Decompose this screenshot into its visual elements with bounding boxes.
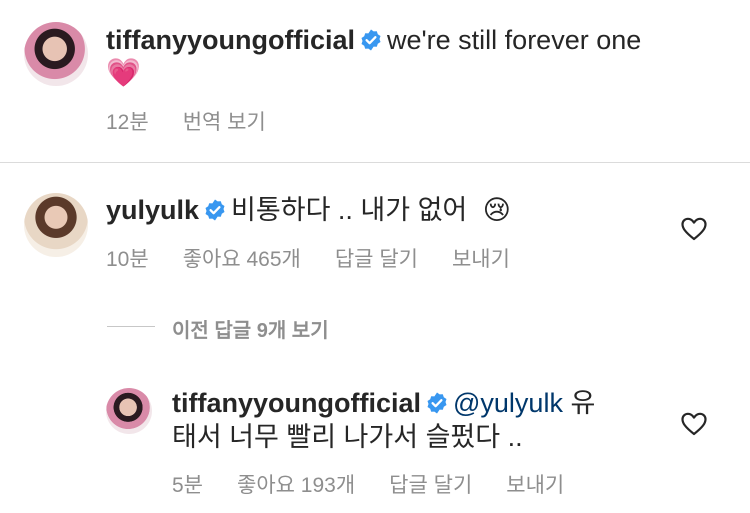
timestamp: 10분 (106, 248, 149, 271)
like-heart-icon[interactable] (681, 412, 707, 441)
avatar[interactable] (24, 193, 88, 257)
reply-thread-line (107, 326, 155, 327)
caption-meta: 12분 번역 보기 (106, 106, 300, 136)
heart-emoji: 💗 (106, 57, 141, 88)
timestamp: 5분 (172, 474, 203, 497)
view-replies-link[interactable]: 이전 답글 9개 보기 (172, 314, 329, 343)
verified-badge-icon (359, 26, 383, 60)
avatar[interactable] (24, 22, 88, 86)
like-count[interactable]: 좋아요 193개 (237, 474, 355, 497)
timestamp: 12분 (106, 111, 149, 134)
send-button[interactable]: 보내기 (506, 474, 564, 497)
divider (0, 162, 750, 163)
reply-text-line1: 유 (570, 388, 596, 418)
like-heart-icon[interactable] (681, 217, 707, 246)
reply-button[interactable]: 답글 달기 (389, 474, 472, 497)
crying-face-emoji: 😢 (482, 195, 511, 225)
caption-row: tiffanyyoungofficial we're still forever … (106, 23, 641, 60)
verified-badge-icon (203, 196, 227, 230)
username[interactable]: yulyulk (106, 195, 199, 225)
comment-meta: 10분 좋아요 465개 답글 달기 보내기 (106, 243, 544, 273)
like-count[interactable]: 좋아요 465개 (183, 248, 301, 271)
comment-text: 비통하다 .. 내가 없어 (231, 195, 468, 225)
username[interactable]: tiffanyyoungofficial (106, 25, 355, 55)
comment-row: yulyulk 비통하다 .. 내가 없어 😢 (106, 193, 511, 230)
reply-button[interactable]: 답글 달기 (335, 248, 418, 271)
reply-meta: 5분 좋아요 193개 답글 달기 보내기 (172, 469, 598, 499)
username[interactable]: tiffanyyoungofficial (172, 388, 421, 418)
reply-text-line2: 태서 너무 빨리 나가서 슬펐다 .. (172, 422, 523, 452)
reply-row: tiffanyyoungofficial @yulyulk 유 (172, 386, 595, 423)
send-button[interactable]: 보내기 (452, 248, 510, 271)
caption-text: we're still forever one (387, 25, 642, 55)
translate-link[interactable]: 번역 보기 (183, 111, 266, 134)
mention-link[interactable]: @yulyulk (453, 388, 563, 418)
avatar[interactable] (106, 388, 152, 434)
verified-badge-icon (425, 389, 449, 423)
